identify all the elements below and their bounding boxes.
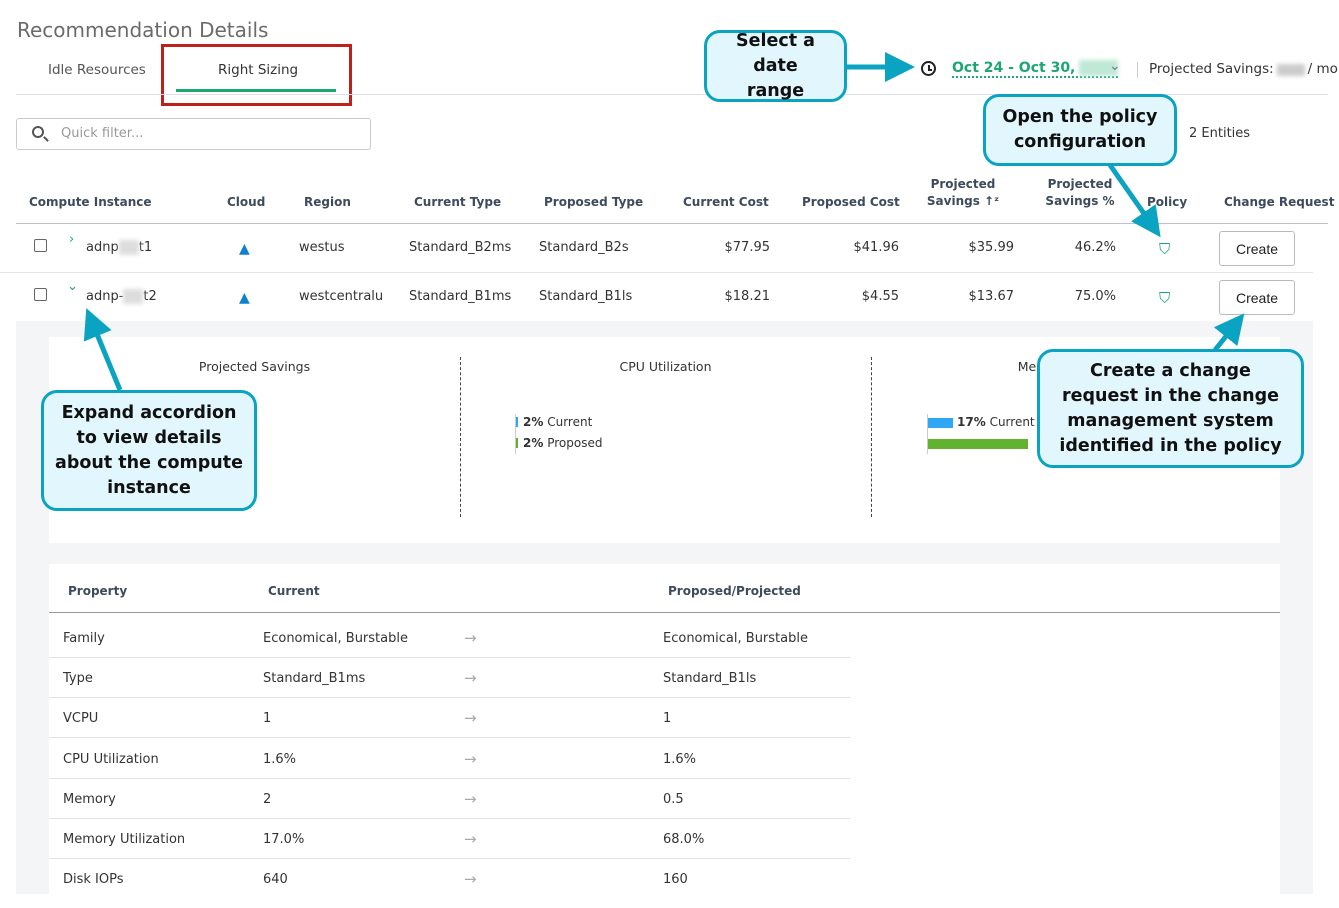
- arrow-create: [1213, 313, 1245, 352]
- callout-date-range: Select a date range: [704, 30, 847, 102]
- callout-policy: Open the policy configuration: [983, 94, 1177, 166]
- arrow-policy: [1107, 163, 1161, 238]
- callout-expand: Expand accordion to view details about t…: [41, 390, 257, 511]
- callout-create: Create a change request in the change ma…: [1037, 349, 1304, 468]
- arrow-expand: [83, 308, 123, 391]
